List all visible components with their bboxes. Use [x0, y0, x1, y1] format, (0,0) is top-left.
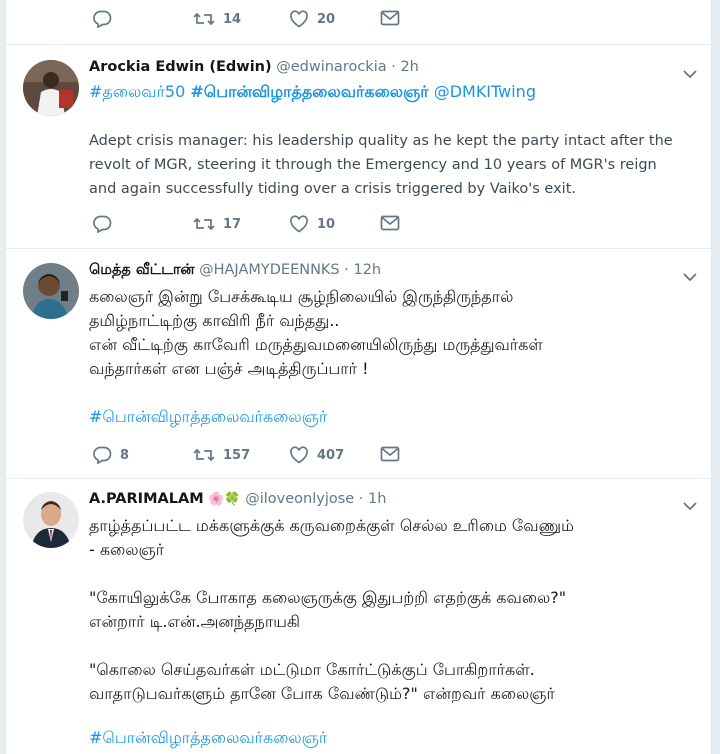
message-button[interactable] [380, 215, 400, 231]
like-count: 10 [317, 216, 336, 232]
retweet-icon [193, 217, 215, 231]
tweet-actions: 8 157 407 [6, 436, 711, 480]
reply-button[interactable]: 8 [92, 446, 129, 464]
like-icon [290, 10, 308, 28]
message-button[interactable] [380, 10, 400, 26]
hashtag-link[interactable]: #பொன்விழாத்தலைவர்கலைஞர் [89, 728, 327, 747]
divider [6, 478, 711, 479]
tweet-tags: #தலைவர்50 #பொன்விழாத்தலைவர்கலைஞர் @DMKIT… [89, 80, 689, 104]
tweet-header: A.PARIMALAM 🌸🍀 @iloveonlyjose · 1h [89, 491, 711, 513]
timestamp[interactable]: 12h [353, 262, 381, 278]
avatar[interactable] [23, 492, 79, 548]
mention-link[interactable]: @DMKITwing [434, 82, 536, 101]
timestamp[interactable]: 1h [368, 491, 386, 507]
message-icon [380, 215, 400, 231]
tweet-header: Arockia Edwin (Edwin) @edwinarockia · 2h [89, 59, 711, 81]
reply-count: 8 [120, 447, 130, 463]
retweet-button[interactable]: 157 [193, 446, 250, 464]
chevron-down-icon [683, 70, 697, 79]
tweet-actions: 17 10 [6, 205, 711, 249]
more-options-button[interactable] [683, 496, 697, 515]
retweet-icon [193, 448, 215, 462]
tweet-text: கலைஞர் இன்று பேசக்கூடிய சூழ்நிலையில் இரு… [89, 287, 543, 378]
author-emoji: 🌸🍀 [208, 492, 241, 507]
tweet-text: Adept crisis manager: his leadership qua… [89, 133, 673, 197]
like-button[interactable]: 10 [289, 215, 335, 233]
like-count: 20 [317, 11, 336, 27]
hashtag-link[interactable]: #பொன்விழாத்தலைவர்கலைஞர் [89, 407, 327, 426]
like-button[interactable]: 20 [289, 10, 335, 28]
like-button[interactable]: 407 [289, 446, 344, 464]
message-icon [380, 10, 400, 26]
chevron-down-icon [683, 502, 697, 511]
author-handle[interactable]: @iloveonlyjose [245, 491, 354, 507]
message-icon [380, 446, 400, 462]
avatar[interactable] [23, 60, 79, 116]
divider [6, 44, 711, 45]
tweet-actions: 14 20 [6, 0, 711, 44]
author-handle[interactable]: @edwinarockia [276, 59, 386, 75]
tweet[interactable]: மெத்த வீட்டான் @HAJAMYDEENNKS · 12h கலைஞ… [6, 262, 711, 484]
reply-button[interactable] [92, 10, 112, 28]
like-icon [290, 446, 308, 464]
separator: · [339, 262, 354, 278]
author-name[interactable]: A.PARIMALAM [89, 491, 204, 507]
author-name[interactable]: மெத்த வீட்டான் [89, 262, 195, 278]
retweet-count: 157 [223, 447, 251, 463]
retweet-count: 14 [223, 11, 242, 27]
separator: · [354, 491, 369, 507]
message-button[interactable] [380, 446, 400, 462]
retweet-icon [193, 12, 215, 26]
chevron-down-icon [683, 273, 697, 282]
reply-icon [93, 10, 112, 28]
retweet-button[interactable]: 14 [193, 10, 241, 28]
divider [6, 248, 711, 249]
separator: · [386, 59, 401, 75]
tweet[interactable]: A.PARIMALAM 🌸🍀 @iloveonlyjose · 1h தாழ்த… [6, 491, 711, 754]
more-options-button[interactable] [683, 267, 697, 286]
tweet[interactable]: Arockia Edwin (Edwin) @edwinarockia · 2h… [6, 59, 711, 249]
reply-icon [93, 215, 112, 233]
reply-button[interactable] [92, 215, 112, 233]
tweet-tags: #பொன்விழாத்தலைவர்கலைஞர் [89, 726, 689, 750]
retweet-button[interactable]: 17 [193, 215, 241, 233]
hashtag-link[interactable]: #பொன்விழாத்தலைவர்கலைஞர் [190, 82, 428, 101]
timeline: 14 20 Arockia Edwin (Edwin) @edwinarocki… [5, 0, 712, 754]
timestamp[interactable]: 2h [400, 59, 418, 75]
like-count: 407 [317, 447, 345, 463]
author-handle[interactable]: @HAJAMYDEENNKS [199, 262, 340, 278]
reply-icon [93, 446, 112, 464]
tweet-tags: #பொன்விழாத்தலைவர்கலைஞர் [89, 405, 689, 429]
tweet-header: மெத்த வீட்டான் @HAJAMYDEENNKS · 12h [89, 262, 711, 284]
hashtag-link[interactable]: #தலைவர்50 [89, 82, 185, 101]
avatar[interactable] [23, 263, 79, 319]
author-name[interactable]: Arockia Edwin (Edwin) [89, 59, 272, 75]
retweet-count: 17 [223, 216, 242, 232]
like-icon [290, 215, 308, 233]
tweet-text: தாழ்த்தப்பட்ட மக்களுக்குக் கருவறைக்குள் … [89, 516, 574, 703]
